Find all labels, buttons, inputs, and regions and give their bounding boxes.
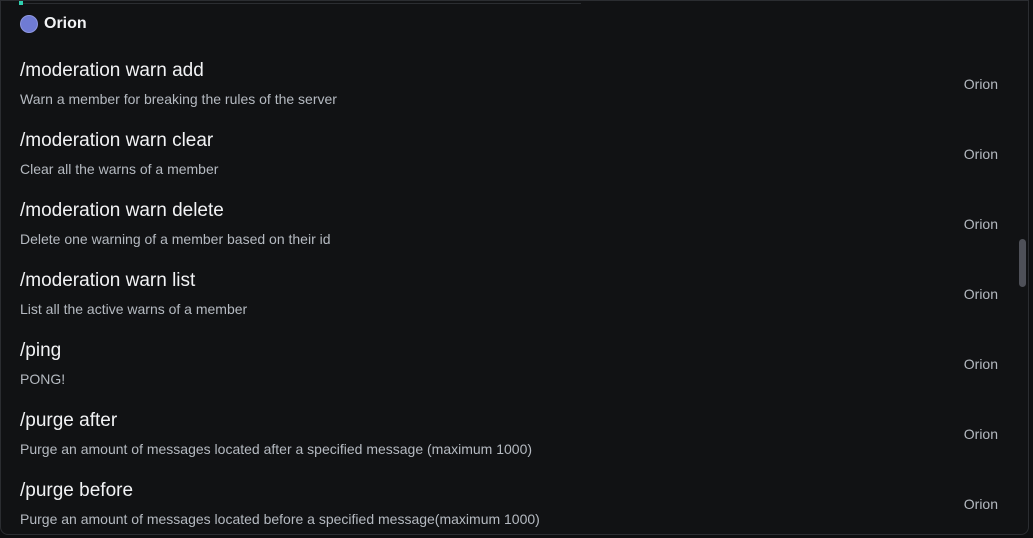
command-item[interactable]: /moderation warn list List all the activ… [1, 261, 1011, 331]
command-item[interactable]: /purge before Purge an amount of message… [1, 471, 1011, 534]
command-name: /moderation warn list [20, 270, 196, 291]
command-name: /moderation warn delete [20, 200, 224, 221]
command-item[interactable]: /moderation warn add Warn a member for b… [1, 51, 1011, 121]
command-item[interactable]: /moderation warn clear Clear all the war… [1, 121, 1011, 191]
command-source: Orion [963, 496, 998, 512]
command-picker-popup: Orion /moderation warn add Warn a member… [0, 0, 1029, 535]
command-item[interactable]: /purge after Purge an amount of messages… [1, 401, 1011, 471]
command-description: Clear all the warns of a member [20, 161, 219, 177]
command-description: Warn a member for breaking the rules of … [20, 91, 337, 107]
command-description: Delete one warning of a member based on … [20, 231, 331, 247]
command-source: Orion [963, 426, 998, 442]
command-description: PONG! [20, 371, 66, 387]
command-description: Purge an amount of messages located befo… [20, 511, 540, 527]
command-item[interactable]: /moderation warn delete Delete one warni… [1, 191, 1011, 261]
command-list: /moderation warn add Warn a member for b… [1, 51, 1011, 534]
command-name: /purge before [20, 480, 134, 501]
app-avatar-icon [20, 15, 38, 33]
command-source: Orion [963, 286, 998, 302]
command-item[interactable]: /ping PONG! Orion [1, 331, 1011, 401]
top-accent-mark [19, 1, 23, 5]
command-source: Orion [963, 356, 998, 372]
top-divider [19, 1, 581, 4]
command-name: /moderation warn add [20, 60, 204, 81]
app-section-header: Orion [20, 13, 87, 35]
app-name: Orion [44, 15, 87, 32]
command-name: /moderation warn clear [20, 130, 214, 151]
command-description: Purge an amount of messages located afte… [20, 441, 533, 457]
command-name: /ping [20, 340, 62, 361]
command-source: Orion [963, 76, 998, 92]
command-source: Orion [963, 146, 998, 162]
command-description: List all the active warns of a member [20, 301, 248, 317]
scrollbar-thumb[interactable] [1019, 239, 1026, 287]
command-name: /purge after [20, 410, 118, 431]
command-source: Orion [963, 216, 998, 232]
